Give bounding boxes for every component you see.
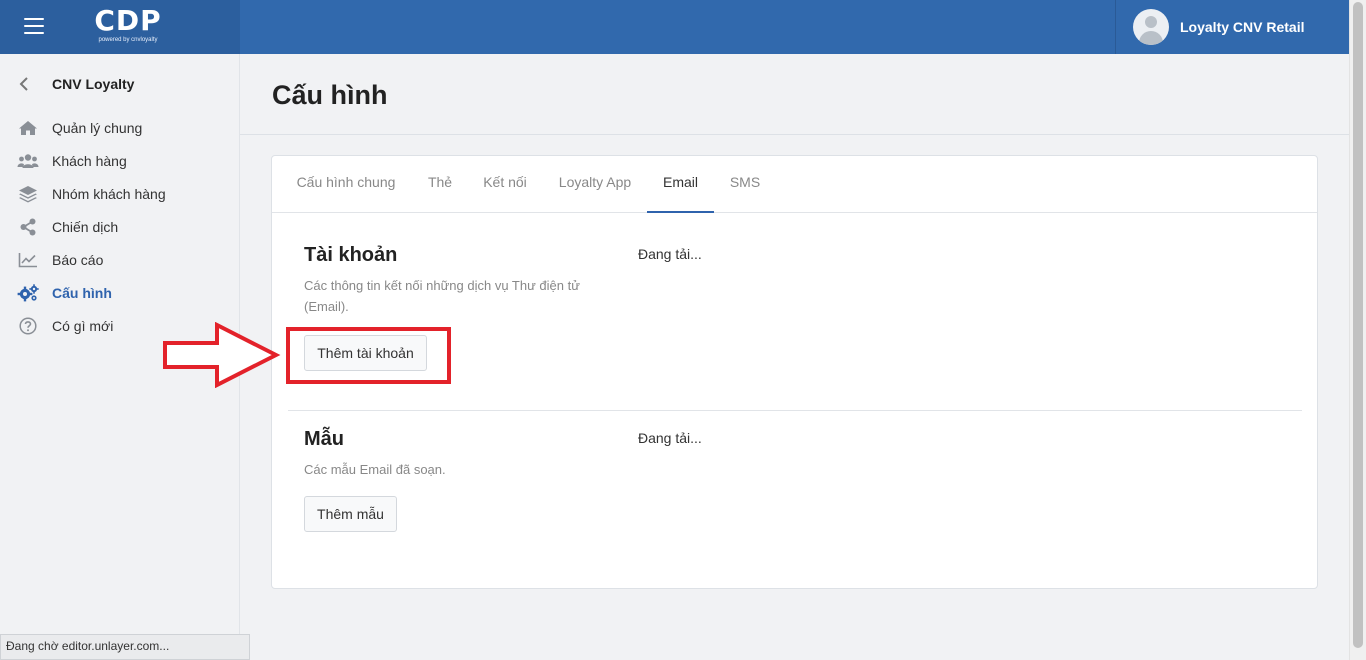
account-title: Tài khoản [304,244,398,266]
settings-tabs: Cấu hình chung Thẻ Kết nối Loyalty App E… [272,156,1317,213]
logo-text: CDP [94,4,162,37]
gears-icon [17,283,39,302]
annotation-arrow-icon [163,322,281,388]
tab-cau-hinh-chung[interactable]: Cấu hình chung [296,156,396,213]
sidebar-item-cau-hinh[interactable]: Cấu hình [0,276,240,309]
sidebar-item-bao-cao[interactable]: Báo cáo [0,243,240,276]
sidebar-item-chien-dich[interactable]: Chiến dịch [0,210,240,243]
sidebar-item-label: Khách hàng [52,152,127,169]
annotation-highlight-box [286,327,451,384]
chevron-left-icon [19,77,28,91]
add-template-button[interactable]: Thêm mẫu [304,496,397,532]
sidebar-title: CNV Loyalty [52,76,135,92]
brand-area: CDP powered by cnvloyalty [0,0,240,54]
sidebar-item-label: Nhóm khách hàng [52,185,166,202]
tab-the[interactable]: Thẻ [422,156,458,213]
account-section: Tài khoản Các thông tin kết nối những dị… [304,244,604,317]
users-icon [17,152,39,170]
top-bar: CDP powered by cnvloyalty Loyalty CNV Re… [0,0,1349,54]
share-icon [17,218,39,236]
sidebar-back-button[interactable]: CNV Loyalty [18,76,134,92]
layers-icon [17,185,39,203]
template-loading-text: Đang tải... [638,430,702,446]
page-header: Cấu hình [240,54,1349,135]
home-icon [17,119,39,137]
tab-sms[interactable]: SMS [724,156,766,213]
sidebar-item-quan-ly-chung[interactable]: Quản lý chung [0,111,240,144]
user-menu[interactable]: Loyalty CNV Retail [1115,0,1349,54]
sidebar-item-label: Quản lý chung [52,119,143,136]
question-icon [17,316,39,335]
account-description: Các thông tin kết nối những dịch vụ Thư … [304,278,580,314]
user-name: Loyalty CNV Retail [1180,19,1305,35]
scrollbar-thumb[interactable] [1353,2,1363,648]
browser-status-bar: Đang chờ editor.unlayer.com... [0,634,250,660]
page-title: Cấu hình [272,80,388,110]
cdp-logo[interactable]: CDP powered by cnvloyalty [86,4,170,50]
hamburger-menu-icon[interactable] [24,18,44,34]
sidebar-item-label: Báo cáo [52,251,104,268]
template-section: Mẫu Các mẫu Email đã soạn. [304,428,604,480]
tab-email[interactable]: Email [647,156,714,213]
sidebar-menu: Quản lý chung Khách hàng Nhóm khách hàng… [0,111,240,342]
tab-ket-noi[interactable]: Kết nối [478,156,532,213]
page-scrollbar[interactable] [1349,0,1366,660]
tab-loyalty-app[interactable]: Loyalty App [556,156,634,213]
template-title: Mẫu [304,428,344,450]
sidebar-item-nhom-khach-hang[interactable]: Nhóm khách hàng [0,177,240,210]
account-loading-text: Đang tải... [638,246,702,262]
template-description: Các mẫu Email đã soạn. [304,462,446,477]
section-divider [288,410,1302,411]
sidebar-item-label: Chiến dịch [52,218,119,235]
sidebar-item-label: Có gì mới [52,317,114,334]
logo-subtext: powered by cnvloyalty [98,37,158,43]
sidebar-item-khach-hang[interactable]: Khách hàng [0,144,240,177]
sidebar-item-label: Cấu hình [52,284,112,301]
chart-icon [17,251,39,269]
avatar-icon [1133,9,1169,45]
